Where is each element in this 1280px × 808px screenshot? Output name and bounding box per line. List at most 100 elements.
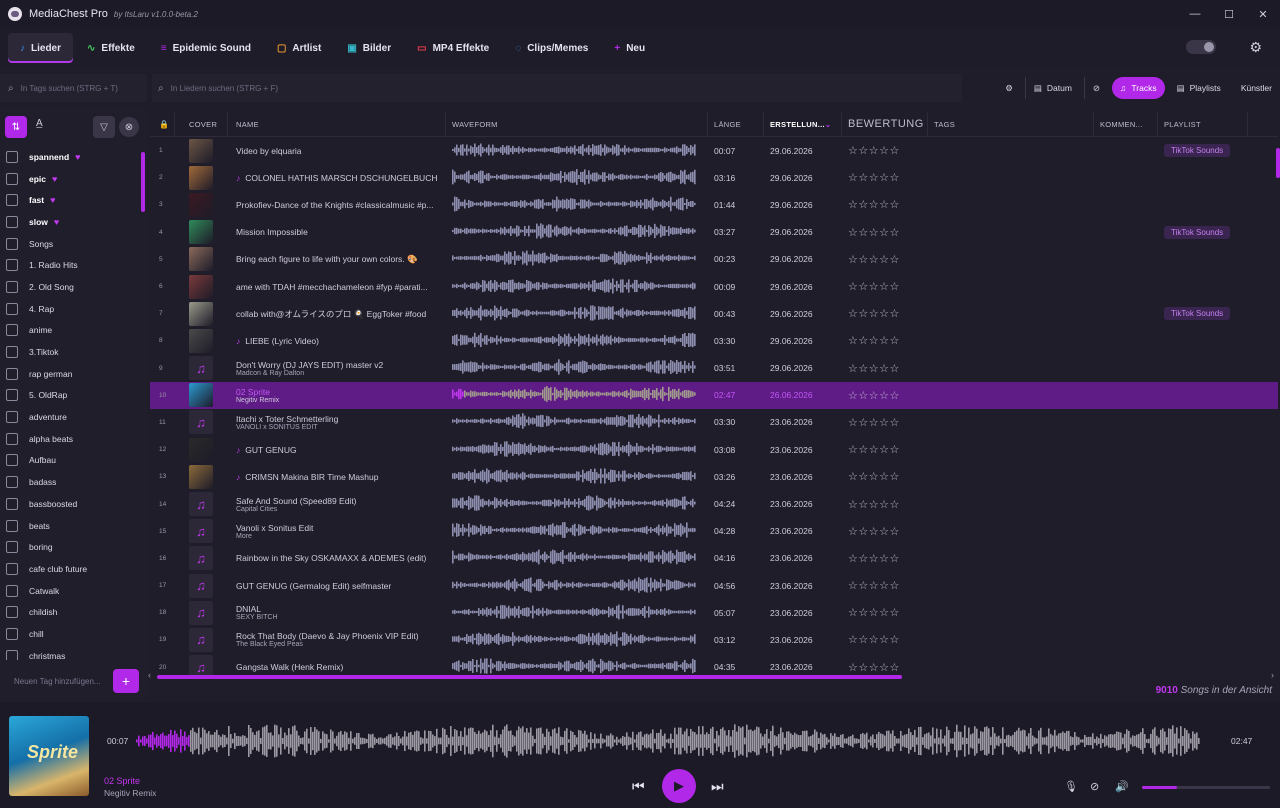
column-header[interactable]: NAME (228, 112, 446, 137)
column-header[interactable]: BEWERTUNG (842, 112, 928, 137)
tag-checkbox[interactable] (6, 454, 18, 467)
track-waveform[interactable] (452, 194, 696, 214)
star-rating[interactable]: ☆☆☆☆☆ (842, 606, 928, 619)
tag-item[interactable]: christmas (0, 645, 140, 660)
star-rating[interactable]: ☆☆☆☆☆ (842, 253, 928, 266)
previous-track-icon[interactable]: ⏮ (632, 778, 645, 795)
tag-checkbox[interactable] (6, 302, 18, 315)
table-row[interactable]: 13 ♪ CRIMSN Makina BIR Time Mashup 03:26 23.… (150, 463, 1278, 490)
star-rating[interactable]: ☆☆☆☆☆ (842, 498, 928, 511)
playlists-view-button[interactable]: ▤ Playlists (1169, 77, 1229, 99)
table-row[interactable]: 18 ♫ DNIAL SEXY BITCH 05:07 23.06.2026 ☆☆☆☆☆ (150, 599, 1278, 626)
tag-item[interactable]: alpha beats (0, 428, 140, 450)
track-waveform[interactable] (452, 167, 696, 187)
track-waveform[interactable] (452, 248, 696, 268)
sort-toggle-button[interactable]: ⇅ (5, 116, 27, 138)
tag-item[interactable]: 5. OldRap (0, 385, 140, 407)
table-row[interactable]: 3 Prokofiev-Dance of the Knights #classic… (150, 191, 1278, 218)
column-header[interactable]: ERSTELLUN... ⌄ (764, 112, 842, 137)
tag-checkbox[interactable] (6, 541, 18, 554)
star-rating[interactable]: ☆☆☆☆☆ (842, 389, 928, 402)
tag-item[interactable]: adventure (0, 406, 140, 428)
star-rating[interactable]: ☆☆☆☆☆ (842, 171, 928, 184)
tag-item[interactable]: anime (0, 320, 140, 342)
tag-item[interactable]: childish (0, 601, 140, 623)
tag-checkbox[interactable] (6, 237, 18, 250)
heart-icon[interactable]: ♥ (54, 217, 59, 227)
playlist-badge[interactable]: TikTok Sounds (1164, 144, 1231, 158)
star-rating[interactable]: ☆☆☆☆☆ (842, 144, 928, 157)
table-horizontal-scrollbar[interactable] (157, 675, 902, 679)
tag-checkbox[interactable] (6, 259, 18, 272)
column-header[interactable]: COVER (175, 112, 228, 137)
clear-filter-icon[interactable]: ⊗ (119, 117, 139, 137)
tag-checkbox[interactable] (6, 150, 18, 163)
track-waveform[interactable] (452, 384, 696, 404)
column-header[interactable]: KOMMEN... (1094, 112, 1158, 137)
tag-item[interactable]: Catwalk (0, 580, 140, 602)
column-header[interactable]: WAVEFORM (446, 112, 708, 137)
table-row[interactable]: 12 ♪ GUT GENUG 03:08 23.06.2026 ☆☆☆☆☆ (150, 436, 1278, 463)
maximize-button[interactable]: ☐ (1212, 0, 1246, 28)
tag-item[interactable]: 4. Rap (0, 298, 140, 320)
track-waveform[interactable] (452, 547, 696, 567)
tag-item[interactable]: rap german (0, 363, 140, 385)
star-rating[interactable]: ☆☆☆☆☆ (842, 470, 928, 483)
heart-icon[interactable]: ♥ (75, 152, 80, 162)
song-search-input[interactable]: ⌕ In Liedern suchen (STRG + F) (152, 74, 962, 102)
close-button[interactable]: ✕ (1246, 0, 1280, 28)
table-row[interactable]: 11 ♫ Itachi x Toter Schmetterling VANOLI x … (150, 409, 1278, 436)
track-waveform[interactable] (452, 303, 696, 323)
tag-item[interactable]: boring (0, 536, 140, 558)
star-rating[interactable]: ☆☆☆☆☆ (842, 226, 928, 239)
alphabetical-sort-icon[interactable]: A̲ (36, 118, 43, 129)
tag-list-scrollbar[interactable] (141, 152, 145, 212)
settings-gear-icon[interactable]: ⚙ (1249, 39, 1262, 56)
tab-clips-memes[interactable]: ◌ Clips/Memes (503, 33, 600, 63)
column-header[interactable]: TAGS (928, 112, 1094, 137)
star-rating[interactable]: ☆☆☆☆☆ (842, 416, 928, 429)
tag-checkbox[interactable] (6, 649, 18, 660)
next-track-icon[interactable]: ⏭ (711, 778, 724, 795)
column-settings-gear-icon[interactable]: ⚙ (997, 77, 1021, 99)
volume-slider[interactable] (1142, 786, 1270, 789)
new-tag-input[interactable]: Neuen Tag hinzufügen... (14, 677, 108, 686)
tag-item[interactable]: fast ♥ (0, 189, 140, 211)
tag-checkbox[interactable] (6, 584, 18, 597)
play-button[interactable]: ▶ (662, 769, 696, 803)
scroll-left-icon[interactable]: ‹ (148, 670, 151, 680)
artists-view-button[interactable]: Künstler (1233, 77, 1280, 99)
star-rating[interactable]: ☆☆☆☆☆ (842, 362, 928, 375)
star-rating[interactable]: ☆☆☆☆☆ (842, 579, 928, 592)
tag-checkbox[interactable] (6, 432, 18, 445)
volume-icon[interactable]: 🔊 (1115, 780, 1129, 793)
track-waveform[interactable] (452, 330, 696, 350)
tag-search-input[interactable]: ⌕ In Tags suchen (STRG + T) (0, 74, 147, 102)
track-waveform[interactable] (452, 520, 696, 540)
tag-checkbox[interactable] (6, 172, 18, 185)
playlist-badge[interactable]: TikTok Sounds (1164, 225, 1231, 239)
track-waveform[interactable] (452, 357, 696, 377)
tag-checkbox[interactable] (6, 367, 18, 380)
table-row[interactable]: 16 ♫ Rainbow in the Sky OSKAMAXX & ADEMES … (150, 545, 1278, 572)
tag-item[interactable]: cafe club future (0, 558, 140, 580)
table-row[interactable]: 2 ♪ COLONEL HATHIS MARSCH DSCHUNGELBUCH 03:… (150, 164, 1278, 191)
table-row[interactable]: 8 ♪ LIEBE (Lyric Video) 03:30 29.06.2026 ☆☆☆☆… (150, 327, 1278, 354)
playlist-badge[interactable]: TikTok Sounds (1164, 307, 1231, 321)
table-row[interactable]: 14 ♫ Safe And Sound (Speed89 Edit) Capital … (150, 490, 1278, 517)
tag-checkbox[interactable] (6, 346, 18, 359)
table-row[interactable]: 5 Bring each figure to life with your own… (150, 246, 1278, 273)
track-waveform[interactable] (452, 140, 696, 160)
star-rating[interactable]: ☆☆☆☆☆ (842, 334, 928, 347)
eye-off-icon[interactable]: ⊘ (1090, 780, 1099, 793)
tag-item[interactable]: 2. Old Song (0, 276, 140, 298)
tag-checkbox[interactable] (6, 194, 18, 207)
tag-checkbox[interactable] (6, 497, 18, 510)
tag-checkbox[interactable] (6, 519, 18, 532)
theme-toggle[interactable] (1186, 40, 1216, 54)
tab-neu[interactable]: + Neu (602, 33, 657, 63)
tag-item[interactable]: slow ♥ (0, 211, 140, 233)
track-waveform[interactable] (452, 221, 696, 241)
column-header[interactable]: LÄNGE (708, 112, 764, 137)
tag-checkbox[interactable] (6, 606, 18, 619)
